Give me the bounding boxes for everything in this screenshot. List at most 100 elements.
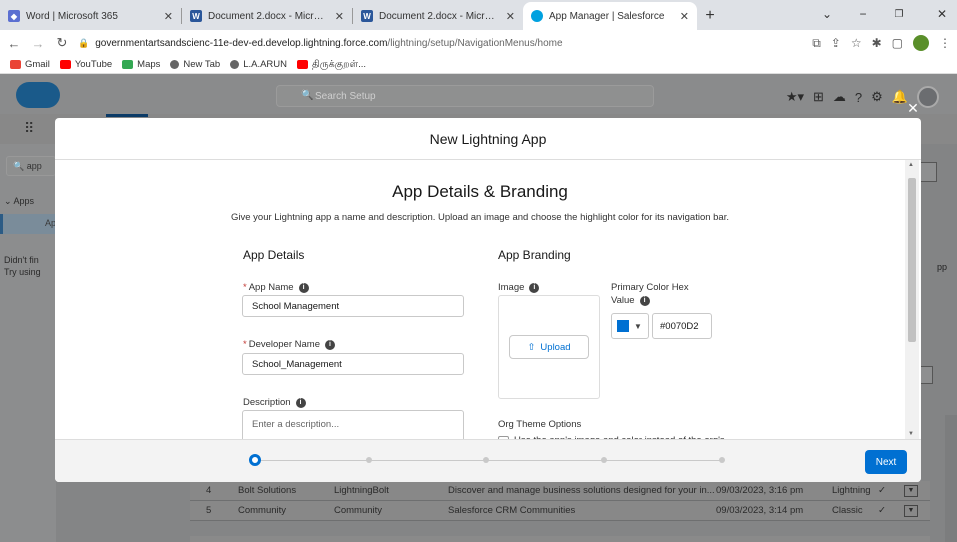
modal-scrollbar[interactable]: ▲ ▼ bbox=[905, 160, 919, 439]
primary-color-label: Primary Color Hex bbox=[611, 282, 689, 293]
sidebar-apps-section[interactable]: ⌄ Apps bbox=[4, 196, 34, 207]
side-panel-icon[interactable]: ▢ bbox=[892, 36, 903, 50]
share-icon[interactable]: ⇪ bbox=[831, 36, 841, 50]
image-label: Image i bbox=[498, 282, 540, 293]
toolbar-actions: ⧉ ⇪ ☆ ✱ ▢ ⋮ bbox=[812, 30, 951, 56]
description-textarea[interactable]: Enter a description... bbox=[242, 410, 464, 439]
upload-button[interactable]: ⇧ Upload bbox=[509, 335, 589, 359]
bookmark-new-tab[interactable]: New Tab bbox=[170, 59, 220, 70]
address-bar[interactable]: 🔒 governmentartsandscienc-11e-dev-ed.dev… bbox=[78, 38, 563, 49]
gear-icon[interactable]: ⚙ bbox=[871, 89, 883, 105]
list-view-dropdown[interactable] bbox=[919, 366, 933, 384]
developer-name-label: * Developer Name i bbox=[243, 339, 335, 350]
help-icon[interactable]: ? bbox=[855, 90, 862, 105]
close-tab-icon[interactable]: ✕ bbox=[680, 10, 689, 23]
required-marker: * bbox=[243, 282, 247, 293]
scrollbar-thumb[interactable] bbox=[908, 178, 916, 342]
browser-tab-strip: ◆ Word | Microsoft 365 ✕ W Document 2.do… bbox=[0, 0, 957, 30]
modal-footer: Next bbox=[55, 439, 921, 482]
scroll-down-icon[interactable]: ▼ bbox=[908, 431, 914, 437]
org-theme-label: Org Theme Options bbox=[498, 419, 582, 430]
minimize-button[interactable]: − bbox=[848, 0, 878, 28]
modal-header: New Lightning App bbox=[55, 118, 921, 160]
modal-close-icon[interactable]: ✕ bbox=[905, 100, 921, 116]
page-title: App Details & Branding bbox=[392, 182, 568, 201]
bookmark-laarun[interactable]: L.A.ARUN bbox=[230, 59, 287, 70]
quick-find-input[interactable]: 🔍 app bbox=[6, 156, 56, 176]
bookmark-thirukkural[interactable]: திருக்குறள்... bbox=[297, 59, 366, 71]
setup-search-input[interactable]: 🔍 Search Setup bbox=[276, 85, 654, 107]
youtube-icon bbox=[59, 60, 71, 69]
info-icon[interactable]: i bbox=[325, 339, 335, 350]
tab-document2-a[interactable]: W Document 2.docx - Microsoft Wo ✕ bbox=[182, 2, 352, 30]
extensions-icon[interactable]: ✱ bbox=[872, 36, 882, 50]
progress-step-1 bbox=[249, 454, 261, 466]
close-tab-icon[interactable]: ✕ bbox=[164, 10, 173, 23]
progress-track bbox=[260, 460, 722, 461]
close-tab-icon[interactable]: ✕ bbox=[335, 10, 344, 23]
sidebar-item-app-manager[interactable]: Ap bbox=[0, 214, 56, 234]
tab-search-icon[interactable]: ⌄ bbox=[812, 0, 842, 28]
lock-icon: 🔒 bbox=[78, 37, 90, 48]
salesforce-logo bbox=[16, 82, 60, 108]
browser-toolbar: ← → ↻ 🔒 governmentartsandscienc-11e-dev-… bbox=[0, 30, 957, 56]
info-icon[interactable]: i bbox=[295, 397, 306, 408]
background-table-footer bbox=[190, 536, 930, 542]
tab-word-microsoft365[interactable]: ◆ Word | Microsoft 365 ✕ bbox=[0, 2, 181, 30]
row-actions-chevron-icon[interactable]: ▼ bbox=[904, 484, 918, 497]
info-icon[interactable]: i bbox=[529, 282, 540, 293]
close-tab-icon[interactable]: ✕ bbox=[506, 10, 515, 23]
info-icon[interactable]: i bbox=[639, 295, 650, 306]
app-launcher-icon[interactable]: ⠿ bbox=[24, 120, 34, 137]
restore-button[interactable]: ❐ bbox=[884, 0, 914, 28]
menu-kebab-icon[interactable]: ⋮ bbox=[939, 36, 951, 50]
gmail-icon bbox=[10, 60, 21, 69]
color-picker-button[interactable]: ▼ bbox=[611, 313, 649, 339]
translate-icon[interactable]: ⧉ bbox=[812, 36, 821, 51]
reload-icon[interactable]: ↻ bbox=[52, 35, 72, 51]
back-icon[interactable]: ← bbox=[4, 36, 24, 51]
info-icon[interactable]: i bbox=[298, 282, 309, 293]
table-row: 5 Community Community Salesforce CRM Com… bbox=[190, 501, 930, 521]
primary-color-label-2: Value i bbox=[611, 295, 650, 306]
developer-name-input[interactable]: School_Management bbox=[242, 353, 464, 375]
bookmark-maps[interactable]: Maps bbox=[122, 59, 160, 70]
new-lightning-app-modal: New Lightning App App Details & Branding… bbox=[55, 118, 921, 482]
required-marker: * bbox=[243, 339, 247, 350]
maps-icon bbox=[122, 60, 134, 69]
forward-icon[interactable]: → bbox=[28, 36, 48, 51]
app-name-input[interactable]: School Management bbox=[242, 295, 464, 317]
visible-check-icon: ✓ bbox=[878, 485, 886, 496]
app-details-heading: App Details bbox=[243, 248, 305, 262]
tab-document2-b[interactable]: W Document 2.docx - Microsoft Wo ✕ bbox=[353, 2, 523, 30]
word-icon: W bbox=[361, 10, 373, 22]
window-close-button[interactable]: ✕ bbox=[927, 0, 957, 28]
app-list-table: 4 Bolt Solutions LightningBolt Discover … bbox=[190, 481, 930, 521]
bookmarks-bar: Gmail YouTube Maps New Tab L.A.ARUN திரு… bbox=[0, 56, 957, 74]
salesforce-header: 🔍 Search Setup ★▾ ⊞ ☁ ? ⚙ 🔔 bbox=[0, 74, 957, 114]
microsoft365-icon: ◆ bbox=[8, 10, 20, 22]
scroll-up-icon[interactable]: ▲ bbox=[908, 162, 914, 168]
search-icon: 🔍 bbox=[301, 90, 314, 101]
global-actions-icon[interactable]: ⊞ bbox=[813, 89, 824, 105]
favorites-icon[interactable]: ★▾ bbox=[786, 89, 804, 105]
bookmark-youtube[interactable]: YouTube bbox=[59, 59, 112, 70]
profile-avatar-icon[interactable] bbox=[913, 35, 929, 51]
new-tab-button[interactable]: + bbox=[697, 2, 723, 30]
table-row: 4 Bolt Solutions LightningBolt Discover … bbox=[190, 481, 930, 501]
row-actions-chevron-icon[interactable]: ▼ bbox=[904, 504, 918, 517]
globe-icon bbox=[230, 60, 240, 69]
bookmark-star-icon[interactable]: ☆ bbox=[851, 36, 862, 50]
page-scrollbar[interactable] bbox=[945, 415, 957, 542]
youtube-icon bbox=[297, 60, 309, 69]
bookmark-gmail[interactable]: Gmail bbox=[10, 59, 50, 70]
next-button[interactable]: Next bbox=[865, 450, 907, 474]
tab-app-manager[interactable]: App Manager | Salesforce ✕ bbox=[523, 2, 697, 30]
progress-step-5 bbox=[719, 457, 725, 463]
color-swatch bbox=[617, 320, 629, 332]
progress-step-4 bbox=[601, 457, 607, 463]
trailhead-icon[interactable]: ☁ bbox=[833, 89, 846, 105]
page-subtitle: Give your Lightning app a name and descr… bbox=[230, 212, 729, 223]
description-label: Description i bbox=[243, 397, 306, 408]
color-hex-input[interactable]: #0070D2 bbox=[652, 313, 712, 339]
